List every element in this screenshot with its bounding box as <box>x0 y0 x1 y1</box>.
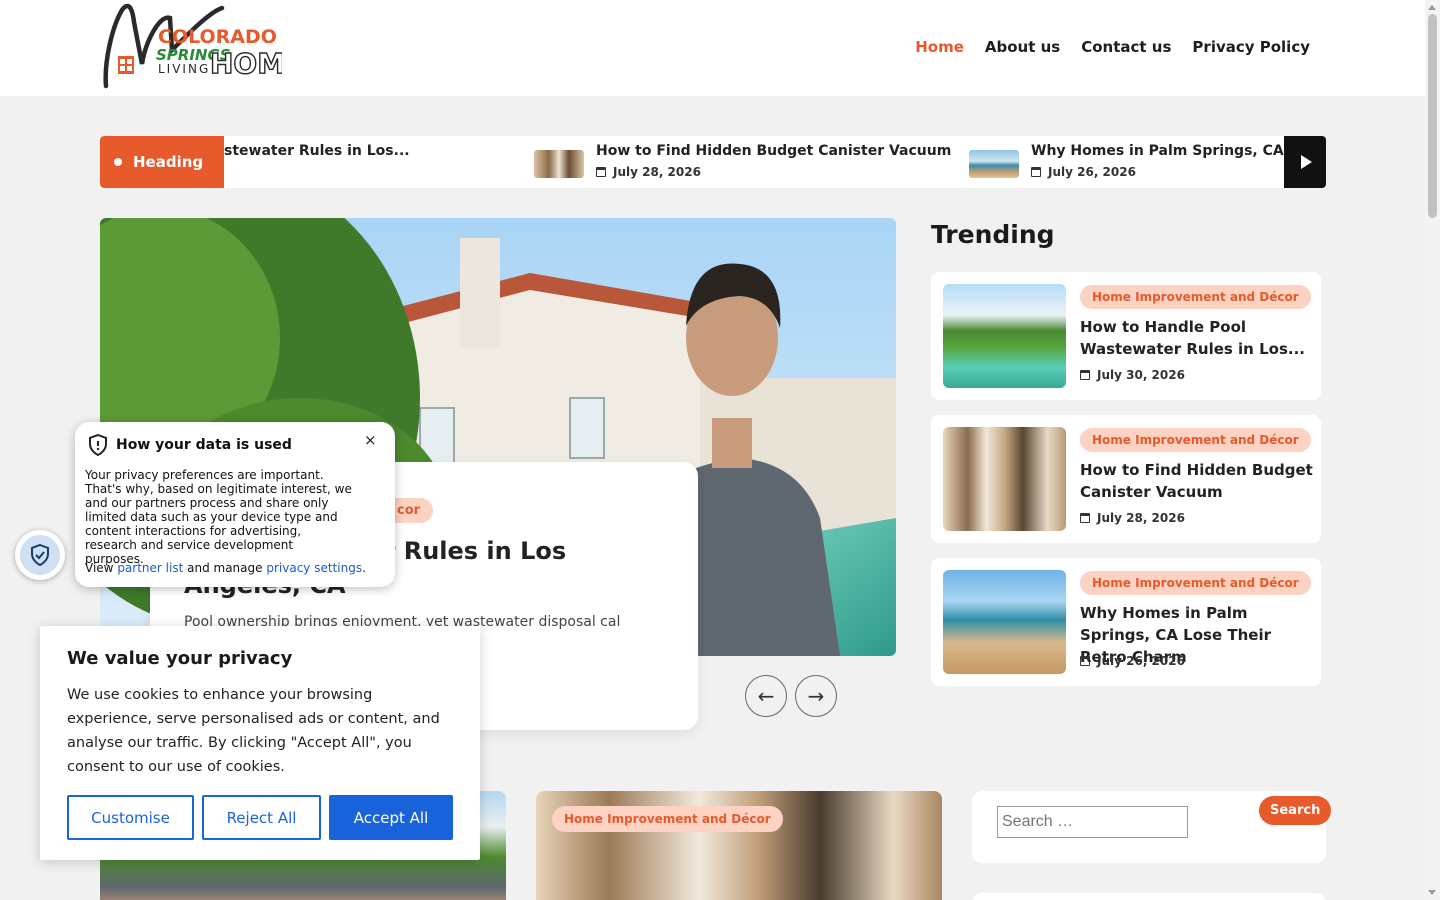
calendar-icon <box>1031 167 1041 177</box>
trending-thumbnail[interactable] <box>943 570 1066 674</box>
svg-text:LIVING: LIVING <box>158 62 210 76</box>
accept-all-button[interactable]: Accept All <box>329 795 453 840</box>
trending-card[interactable]: Home Improvement and Décor How to Find H… <box>931 415 1321 543</box>
shield-check-icon <box>31 544 49 566</box>
cookie-title: We value your privacy <box>67 648 293 669</box>
data-popup-body: Your privacy preferences are important. … <box>85 468 352 566</box>
search-button[interactable]: Search <box>1259 796 1332 825</box>
ticker-item-title[interactable]: How to Find Hidden Budget Canister Vacuu… <box>596 143 951 159</box>
nav-contact-us[interactable]: Contact us <box>1081 38 1171 56</box>
scroll-down-arrow-icon[interactable] <box>1428 890 1436 895</box>
trending-thumbnail[interactable] <box>943 427 1066 531</box>
calendar-icon <box>1080 656 1090 666</box>
ticker-item[interactable]: stewater Rules in Los... <box>224 136 484 188</box>
ticker-heading-label: Heading <box>133 153 204 171</box>
arrow-right-icon: → <box>807 684 825 708</box>
ticker-play-button[interactable] <box>1284 136 1326 188</box>
data-popup-title: How your data is used <box>116 437 292 453</box>
nav-about-us[interactable]: About us <box>985 38 1060 56</box>
ticker-item-date-text: July 28, 2026 <box>613 165 701 179</box>
data-usage-popup: How your data is used × Your privacy pre… <box>75 422 395 587</box>
cookie-text: We use cookies to enhance your browsing … <box>67 687 440 775</box>
trending-post-title[interactable]: How to Handle Pool Wastewater Rules in L… <box>1080 316 1316 360</box>
ticker-item-title[interactable]: stewater Rules in Los... <box>224 143 410 159</box>
trending-category-badge[interactable]: Home Improvement and Décor <box>1080 428 1311 452</box>
data-popup-links-prefix: View <box>85 561 114 575</box>
cookie-consent-banner: We value your privacy We use cookies to … <box>40 626 480 860</box>
data-popup-links: View partner list and manage privacy set… <box>85 561 366 575</box>
privacy-fab-inner <box>20 535 60 575</box>
calendar-icon <box>1080 513 1090 523</box>
nav-privacy-policy[interactable]: Privacy Policy <box>1192 38 1310 56</box>
nav-home[interactable]: Home <box>915 38 964 56</box>
ticker-item-thumbnail[interactable] <box>969 150 1019 178</box>
arrow-left-icon: ← <box>757 684 775 708</box>
partner-list-link[interactable]: partner list <box>117 561 183 575</box>
post-category-badge[interactable]: Home Improvement and Décor <box>552 806 783 832</box>
scroll-up-arrow-icon[interactable] <box>1428 5 1436 10</box>
close-icon[interactable]: × <box>364 431 377 449</box>
site-header: COLORADO SPRINGS LIVING HOME Home About … <box>0 0 1425 96</box>
trending-post-date-text: July 26, 2026 <box>1097 654 1185 668</box>
trending-category-badge[interactable]: Home Improvement and Décor <box>1080 571 1311 595</box>
trending-category-badge[interactable]: Home Improvement and Décor <box>1080 285 1311 309</box>
trending-post-date: July 26, 2026 <box>1080 654 1185 668</box>
slider-next-button[interactable]: → <box>795 675 837 717</box>
scroll-thumb[interactable] <box>1428 14 1437 218</box>
privacy-settings-link[interactable]: privacy settings <box>266 561 362 575</box>
shield-icon <box>89 434 107 456</box>
ticker-heading-badge: Heading <box>100 136 224 188</box>
trending-card[interactable]: Home Improvement and Décor How to Handle… <box>931 272 1321 400</box>
privacy-settings-button[interactable] <box>15 530 65 580</box>
ticker-item-date: July 28, 2026 <box>596 165 701 179</box>
trending-post-date: July 30, 2026 <box>1080 368 1185 382</box>
data-popup-links-suffix: . <box>362 561 366 575</box>
svg-text:HOME: HOME <box>210 47 282 80</box>
play-icon <box>1301 155 1312 169</box>
ticker-track: stewater Rules in Los... How to Find Hid… <box>224 136 1284 188</box>
slider-prev-button[interactable]: ← <box>745 675 787 717</box>
trending-post-date: July 28, 2026 <box>1080 511 1185 525</box>
calendar-icon <box>596 167 606 177</box>
sidebar-widget <box>972 893 1326 900</box>
search-widget: Search <box>972 791 1332 863</box>
dot-icon <box>114 158 122 166</box>
site-logo[interactable]: COLORADO SPRINGS LIVING HOME <box>100 2 282 90</box>
main-nav: Home About us Contact us Privacy Policy <box>915 38 1310 56</box>
trending-thumbnail[interactable] <box>943 284 1066 388</box>
post-card-image[interactable]: Home Improvement and Décor <box>536 791 942 900</box>
ticker-item-thumbnail[interactable] <box>534 150 584 178</box>
ticker-item-title[interactable]: Why Homes in Palm Springs, CA Lose Their… <box>1031 143 1284 159</box>
news-ticker: Heading stewater Rules in Los... How to … <box>100 136 1326 188</box>
customise-button[interactable]: Customise <box>67 795 194 840</box>
calendar-icon <box>1080 370 1090 380</box>
trending-post-date-text: July 30, 2026 <box>1097 368 1185 382</box>
svg-text:COLORADO: COLORADO <box>158 26 277 48</box>
ticker-item[interactable]: Why Homes in Palm Springs, CA Lose Their… <box>969 136 1284 188</box>
ticker-item-date-text: July 26, 2026 <box>1048 165 1136 179</box>
ticker-item-date: July 26, 2026 <box>1031 165 1136 179</box>
reject-all-button[interactable]: Reject All <box>202 795 321 840</box>
ticker-item[interactable]: How to Find Hidden Budget Canister Vacuu… <box>534 136 964 188</box>
trending-post-date-text: July 28, 2026 <box>1097 511 1185 525</box>
data-popup-links-middle: and manage <box>187 561 263 575</box>
trending-card[interactable]: Home Improvement and Décor Why Homes in … <box>931 558 1321 686</box>
search-input[interactable] <box>997 806 1188 838</box>
page-scrollbar[interactable] <box>1425 0 1440 900</box>
trending-post-title[interactable]: How to Find Hidden Budget Canister Vacuu… <box>1080 459 1316 503</box>
trending-heading: Trending <box>931 220 1055 249</box>
